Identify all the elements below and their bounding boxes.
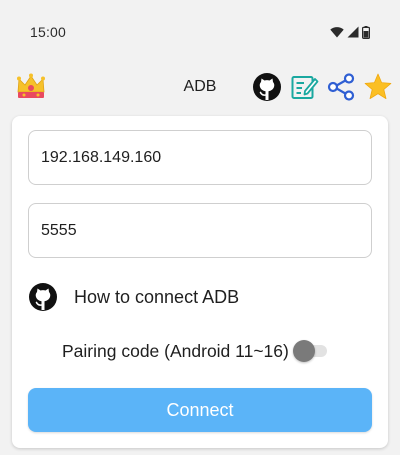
cell-signal-icon xyxy=(347,26,359,38)
app-bar-actions xyxy=(250,70,398,104)
star-icon[interactable] xyxy=(361,70,395,104)
github-icon[interactable] xyxy=(250,70,284,104)
how-to-connect-label: How to connect ADB xyxy=(74,286,240,307)
toggle-thumb xyxy=(292,340,315,362)
status-bar: 15:00 xyxy=(0,0,400,64)
github-icon xyxy=(29,283,57,311)
status-icons xyxy=(330,25,370,39)
share-icon[interactable] xyxy=(324,70,358,104)
battery-icon xyxy=(362,25,370,39)
connect-button[interactable]: Connect xyxy=(28,388,372,432)
pairing-code-label: Pairing code (Android 11~16) xyxy=(62,340,289,361)
connection-card: 192.168.149.160 5555 How to connect ADB … xyxy=(12,116,388,448)
status-time: 15:00 xyxy=(30,23,67,40)
pairing-row: Pairing code (Android 11~16) xyxy=(62,336,329,366)
app-bar: ADB xyxy=(0,64,400,112)
how-to-connect-link[interactable]: How to connect ADB xyxy=(28,281,239,313)
wifi-icon xyxy=(330,27,344,38)
edit-note-icon[interactable] xyxy=(287,70,321,104)
ip-address-input[interactable]: 192.168.149.160 xyxy=(28,130,372,185)
port-input[interactable]: 5555 xyxy=(28,203,372,258)
pairing-code-toggle[interactable] xyxy=(292,339,329,363)
